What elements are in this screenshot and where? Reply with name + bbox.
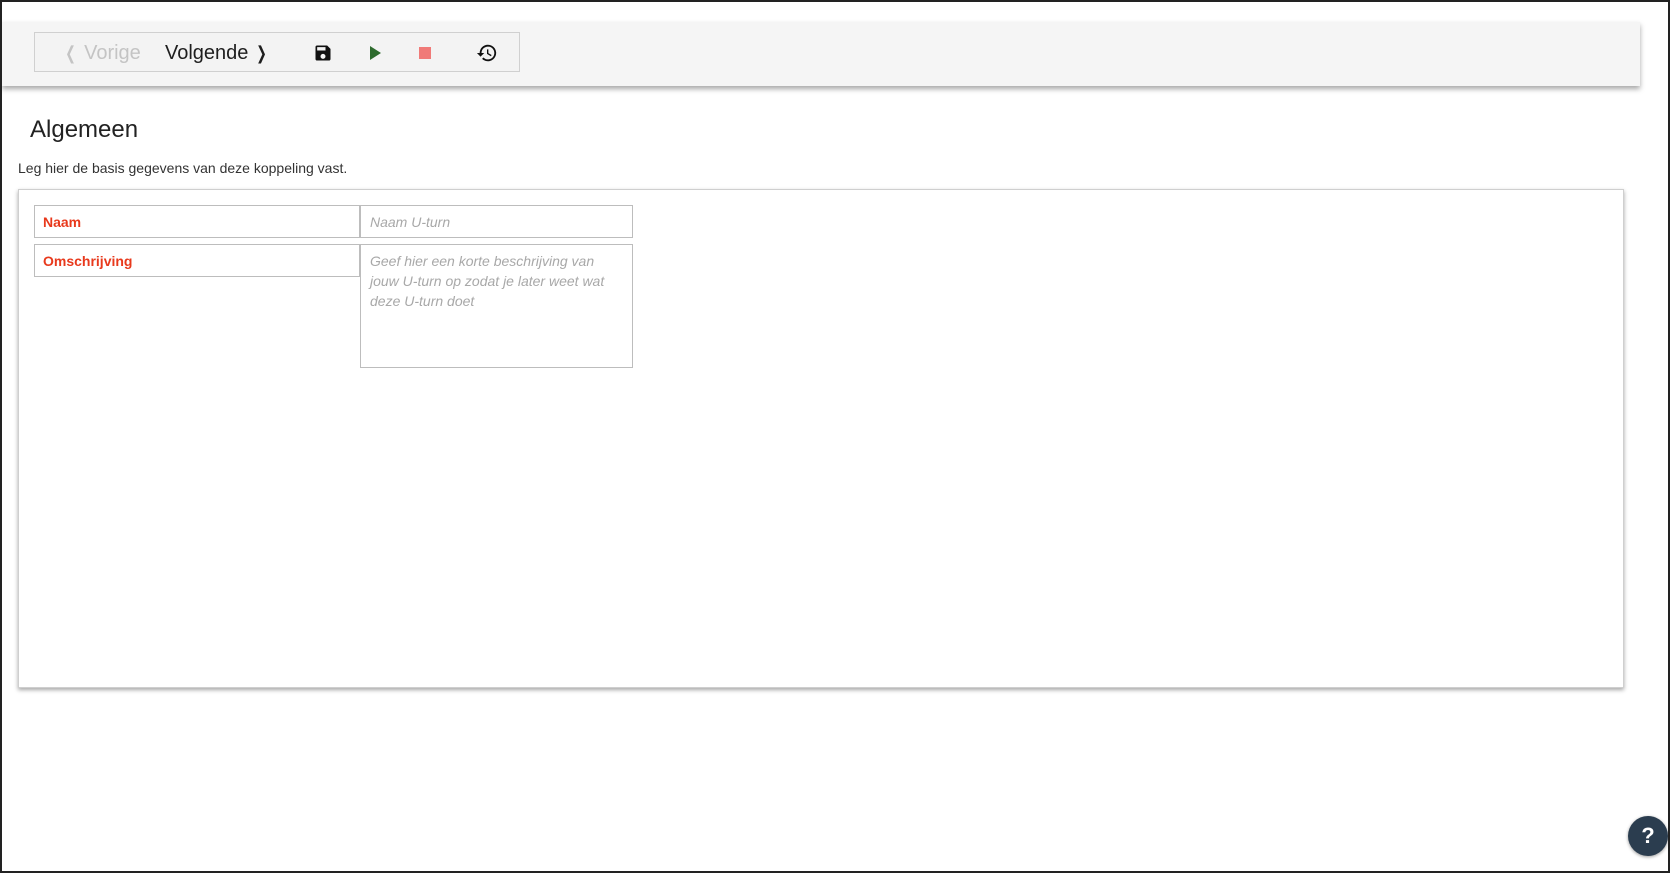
app-window: ❮ Vorige Volgende ❯ Algemeen Leg hier de… <box>0 0 1670 873</box>
next-label: Volgende <box>165 41 249 64</box>
chevron-left-icon: ❮ <box>65 42 76 63</box>
help-button[interactable]: ? <box>1628 816 1668 856</box>
previous-button[interactable]: ❮ Vorige <box>57 33 141 73</box>
floppy-disk-icon <box>315 45 331 61</box>
history-button[interactable] <box>469 33 505 73</box>
stop-icon <box>419 47 431 59</box>
omschrijving-label: Omschrijving <box>34 244 360 277</box>
next-button[interactable]: Volgende ❯ <box>165 33 276 73</box>
history-icon <box>476 44 497 62</box>
wizard-toolbar: ❮ Vorige Volgende ❯ <box>34 32 520 72</box>
top-toolbar-bar: ❮ Vorige Volgende ❯ <box>2 22 1640 86</box>
save-button[interactable] <box>305 33 341 73</box>
page-title: Algemeen <box>30 116 139 143</box>
general-form-card: Naam Omschrijving <box>18 189 1624 688</box>
stop-button[interactable] <box>407 33 443 73</box>
previous-label: Vorige <box>84 41 141 64</box>
play-icon <box>370 46 381 60</box>
run-button[interactable] <box>357 33 393 73</box>
naam-input[interactable] <box>360 205 633 238</box>
chevron-right-icon: ❯ <box>256 42 268 63</box>
naam-label: Naam <box>34 205 360 238</box>
omschrijving-textarea[interactable] <box>360 244 633 368</box>
page-description: Leg hier de basis gegevens van deze kopp… <box>18 160 348 176</box>
question-mark-icon: ? <box>1641 823 1655 848</box>
